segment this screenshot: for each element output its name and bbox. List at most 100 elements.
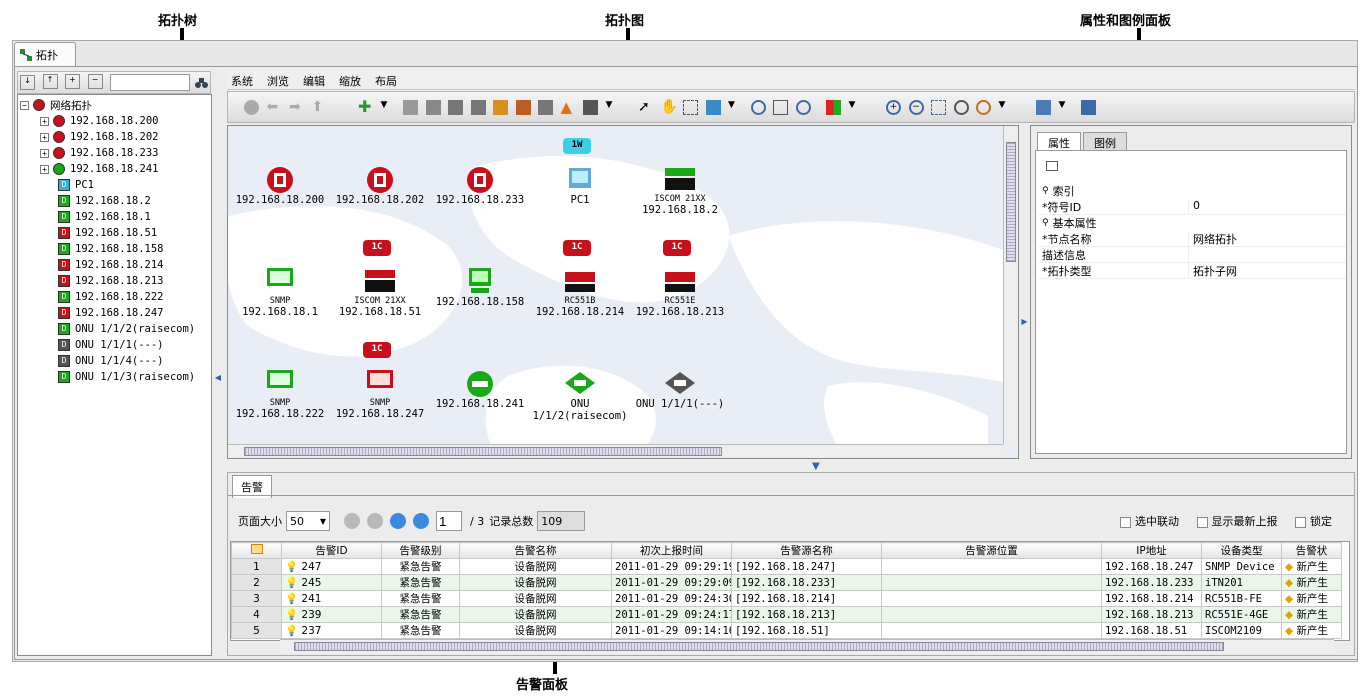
page-input[interactable] — [436, 511, 462, 531]
column-header[interactable]: 设备类型 — [1201, 542, 1282, 559]
menu-item[interactable]: 布局 — [375, 75, 397, 88]
sort-desc-icon[interactable]: ↑ — [42, 73, 58, 89]
map-node[interactable]: 192.168.18.233 — [425, 164, 535, 206]
tab-topology[interactable]: 拓扑 — [14, 42, 76, 66]
up-icon[interactable]: ⬆ — [312, 100, 327, 115]
map-node[interactable]: SNMP 192.168.18.222 — [228, 368, 335, 420]
add-icon[interactable]: ✚ — [358, 99, 373, 115]
last-page-icon[interactable] — [413, 513, 429, 529]
fit-icon[interactable] — [773, 100, 788, 115]
zoom-options-icon[interactable] — [976, 100, 991, 115]
page-size-select[interactable]: 50 ▼ — [286, 511, 330, 531]
pointer-icon[interactable]: ➚ — [638, 100, 653, 115]
tree-item[interactable]: +192.168.18.241 — [40, 161, 159, 177]
column-header[interactable]: 告警源位置 — [881, 542, 1102, 559]
table-horizontal-scrollbar[interactable] — [280, 639, 1334, 653]
column-header[interactable]: IP地址 — [1101, 542, 1202, 559]
find-icon[interactable] — [493, 100, 508, 115]
collapse-icon[interactable]: − — [20, 100, 29, 110]
linked-checkbox[interactable] — [1120, 516, 1131, 528]
topology-map[interactable]: 192.168.18.200 192.168.18.202 192.168.18.2… — [227, 125, 1019, 459]
menu-item[interactable]: 浏览 — [267, 75, 289, 88]
column-header[interactable]: 告警ID — [281, 542, 382, 559]
binoculars-icon[interactable] — [194, 75, 209, 90]
map-node[interactable]: RC551B 192.168.18.214 1C — [525, 240, 635, 318]
map-node[interactable]: ISCOM 21XX 192.168.18.51 1C — [325, 240, 435, 318]
map-node[interactable]: 192.168.18.241 — [425, 368, 535, 410]
alarm-warning-icon[interactable]: ▲ — [561, 100, 576, 115]
prop-row[interactable]: *符号ID 0 — [1038, 199, 1346, 215]
tree-item[interactable]: D 192.168.18.51 — [58, 225, 157, 241]
dropdown-icon[interactable]: ▼ — [849, 100, 864, 115]
map-vertical-scrollbar[interactable] — [1003, 126, 1018, 444]
table-row[interactable]: 1 💡 247 紧急告警 设备脱网 2011-01-29 09:29:19 [192.16… — [231, 558, 1342, 575]
prop-value[interactable]: 0 — [1188, 199, 1346, 214]
tree-item[interactable]: D 192.168.18.222 — [58, 289, 164, 305]
prop-row[interactable]: *节点名称 网络拓扑 — [1038, 231, 1346, 247]
alarm-badge[interactable]: 1C — [363, 240, 391, 256]
tree-item[interactable]: D 192.168.18.214 — [58, 257, 164, 273]
collapse-all-icon[interactable]: − — [87, 73, 103, 89]
dropdown-icon[interactable]: ▼ — [1059, 100, 1074, 115]
map-node[interactable]: ONU 1/1/1(---) — [625, 368, 735, 410]
tree-search-input[interactable] — [110, 74, 190, 91]
zoom-out-icon[interactable]: − — [908, 100, 924, 115]
map-node[interactable]: ONU 1/1/2(raisecom) — [525, 368, 635, 422]
table-row[interactable]: 5 💡 237 紧急告警 设备脱网 2011-01-29 09:14:16 [192.16… — [231, 622, 1342, 639]
hand-icon[interactable]: ✋ — [661, 100, 678, 115]
tree-item[interactable]: D ONU 1/1/4(---) — [58, 353, 164, 369]
tree-item[interactable]: D ONU 1/1/1(---) — [58, 337, 164, 353]
prop-section-header[interactable]: ⚲ 索引 — [1038, 183, 1346, 199]
delete-icon[interactable] — [470, 100, 486, 115]
map-node[interactable]: SNMP 192.168.18.247 1C — [325, 342, 435, 420]
save-icon[interactable] — [538, 100, 553, 115]
tree-item[interactable]: D PC1 — [58, 177, 94, 193]
alarm-badge[interactable]: 1C — [663, 240, 691, 256]
prop-value[interactable]: 网络拓扑 — [1188, 231, 1346, 246]
zoom-icon[interactable] — [750, 100, 766, 115]
layout-icon[interactable] — [705, 100, 721, 115]
dropdown-icon[interactable]: ▼ — [381, 100, 396, 115]
tree-item[interactable]: +192.168.18.202 — [40, 129, 159, 145]
copy-icon[interactable] — [425, 100, 441, 115]
map-node[interactable]: PC1 1W — [525, 138, 635, 206]
menu-item[interactable]: 编辑 — [303, 75, 325, 88]
expand-icon[interactable]: + — [40, 148, 49, 158]
collapse-down-arrow-icon[interactable]: ▼ — [812, 461, 820, 472]
latest-checkbox[interactable] — [1196, 516, 1208, 528]
column-header[interactable]: 初次上报时间 — [611, 542, 732, 559]
prop-section-header[interactable]: ⚲ 基本属性 — [1038, 215, 1346, 231]
column-header[interactable]: 告警状 — [1281, 542, 1342, 559]
sheet-view-icon[interactable] — [1046, 161, 1058, 171]
prop-value[interactable]: 拓扑子网 — [1188, 263, 1346, 278]
expand-icon[interactable]: + — [40, 116, 49, 126]
scroll-thumb[interactable] — [1006, 142, 1016, 262]
column-chooser[interactable] — [231, 542, 282, 559]
map-node[interactable]: SNMP 192.168.18.1 — [228, 266, 335, 318]
menu-item[interactable]: 系统 — [231, 75, 253, 88]
table-row[interactable]: 3 💡 241 紧急告警 设备脱网 2011-01-29 09:24:30 [192.16… — [231, 590, 1342, 607]
sort-asc-icon[interactable]: ↓ — [20, 75, 35, 90]
column-header[interactable]: 告警级别 — [381, 542, 460, 559]
collapse-left-arrow-icon[interactable]: ◀ — [213, 372, 223, 386]
alarm-badge[interactable]: 1C — [563, 240, 591, 256]
tree-item[interactable]: +192.168.18.233 — [40, 145, 159, 161]
prop-row[interactable]: *拓扑类型 拓扑子网 — [1038, 263, 1346, 279]
menu-item[interactable]: 缩放 — [339, 75, 361, 88]
map-node[interactable]: 192.168.18.202 — [325, 164, 435, 206]
expand-all-icon[interactable]: + — [65, 73, 80, 89]
map-node[interactable]: 192.168.18.200 — [228, 164, 335, 206]
prop-row[interactable]: 描述信息 — [1038, 247, 1346, 263]
next-page-icon[interactable] — [390, 513, 406, 529]
dropdown-icon[interactable]: ▼ — [606, 100, 621, 115]
prev-page-icon[interactable] — [367, 513, 383, 529]
table-row[interactable]: 2 💡 245 紧急告警 设备脱网 2011-01-29 09:29:09 [192.16… — [231, 574, 1342, 591]
tree-item[interactable]: D 192.168.18.213 — [58, 273, 164, 289]
list-icon[interactable] — [583, 100, 598, 115]
zoom-region-icon[interactable] — [931, 100, 946, 115]
table-settings-icon[interactable] — [250, 544, 263, 554]
dropdown-icon[interactable]: ▼ — [728, 100, 743, 115]
lock-checkbox[interactable] — [1295, 516, 1306, 528]
print-icon[interactable] — [1081, 100, 1096, 115]
expand-icon[interactable]: + — [40, 164, 49, 174]
